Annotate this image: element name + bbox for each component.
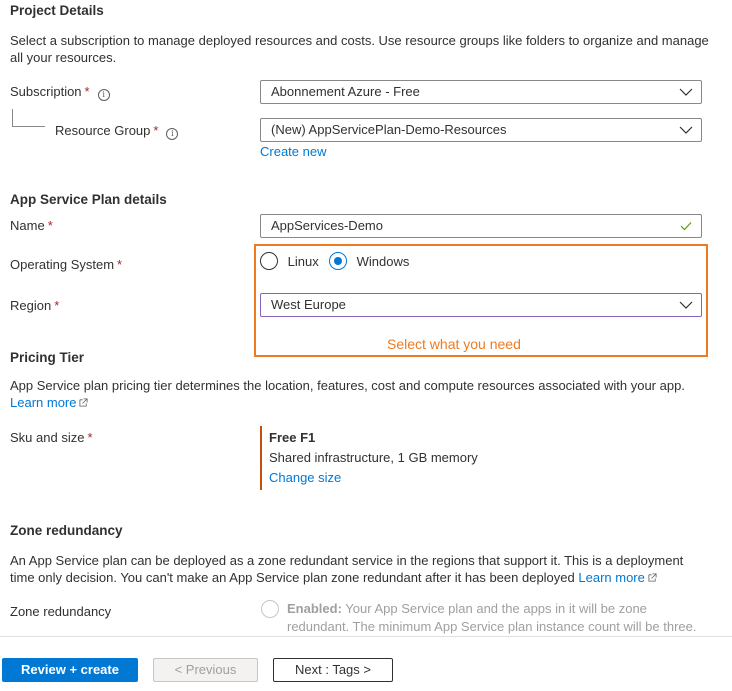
zone-learn-more-link[interactable]: Learn more	[578, 570, 657, 585]
subscription-dropdown[interactable]: Abonnement Azure - Free	[260, 80, 702, 104]
learn-more-text: Learn more	[10, 395, 77, 410]
sku-accent-bar	[260, 426, 262, 490]
sku-name: Free F1	[269, 430, 316, 445]
create-new-link[interactable]: Create new	[260, 144, 326, 159]
subscription-label: Subscription * i	[10, 84, 110, 101]
pricing-learn-more-link[interactable]: Learn more	[10, 395, 88, 410]
resource-group-label-text: Resource Group	[55, 123, 151, 138]
footer-divider	[0, 636, 732, 637]
change-size-link[interactable]: Change size	[269, 470, 341, 485]
next-tags-button[interactable]: Next : Tags >	[273, 658, 393, 682]
project-details-heading: Project Details	[10, 3, 104, 18]
name-value: AppServices-Demo	[271, 218, 383, 233]
required-mark: *	[117, 257, 123, 272]
chevron-down-icon	[679, 126, 693, 134]
name-label-text: Name	[10, 218, 45, 233]
subscription-value: Abonnement Azure - Free	[271, 84, 420, 99]
operating-system-label-text: Operating System	[10, 257, 115, 272]
required-mark: *	[87, 430, 93, 445]
info-icon[interactable]: i	[166, 128, 179, 140]
review-create-button[interactable]: Review + create	[2, 658, 138, 682]
resource-group-value: (New) AppServicePlan-Demo-Resources	[271, 122, 507, 137]
resource-group-label: Resource Group * i	[55, 123, 179, 140]
pricing-tier-description: App Service plan pricing tier determines…	[10, 378, 685, 393]
option-text: Your App Service plan and the apps in it…	[287, 601, 697, 634]
region-label-text: Region	[10, 298, 52, 313]
operating-system-label: Operating System *	[10, 257, 122, 272]
previous-button[interactable]: < Previous	[153, 658, 258, 682]
sku-label-text: Sku and size	[10, 430, 85, 445]
checkmark-icon	[680, 222, 692, 231]
required-mark: *	[54, 298, 60, 313]
sku-label: Sku and size *	[10, 430, 93, 445]
region-label: Region *	[10, 298, 59, 313]
zone-redundancy-description: An App Service plan can be deployed as a…	[10, 552, 710, 586]
required-mark: *	[153, 123, 159, 138]
zone-redundancy-radio[interactable]	[261, 600, 279, 618]
zone-redundancy-heading: Zone redundancy	[10, 523, 123, 538]
tree-connector	[12, 109, 13, 126]
option-bold-label: Enabled:	[287, 601, 342, 616]
tree-connector	[12, 126, 45, 127]
zone-redundancy-label: Zone redundancy	[10, 604, 112, 619]
required-mark: *	[84, 84, 90, 99]
subscription-label-text: Subscription	[10, 84, 82, 99]
name-input[interactable]: AppServices-Demo	[260, 214, 702, 238]
external-link-icon	[79, 398, 88, 407]
project-details-description: Select a subscription to manage deployed…	[10, 33, 709, 65]
info-icon[interactable]: i	[97, 89, 110, 101]
annotation-text: Select what you need	[387, 336, 521, 352]
chevron-down-icon	[679, 88, 693, 96]
plan-details-heading: App Service Plan details	[10, 192, 167, 207]
zone-redundancy-option: Enabled: Your App Service plan and the a…	[287, 600, 707, 636]
external-link-icon	[648, 573, 657, 582]
resource-group-dropdown[interactable]: (New) AppServicePlan-Demo-Resources	[260, 118, 702, 142]
sku-details: Shared infrastructure, 1 GB memory	[269, 450, 478, 465]
pricing-tier-heading: Pricing Tier	[10, 350, 85, 365]
learn-more-text: Learn more	[578, 570, 645, 585]
name-label: Name *	[10, 218, 53, 233]
required-mark: *	[47, 218, 53, 233]
